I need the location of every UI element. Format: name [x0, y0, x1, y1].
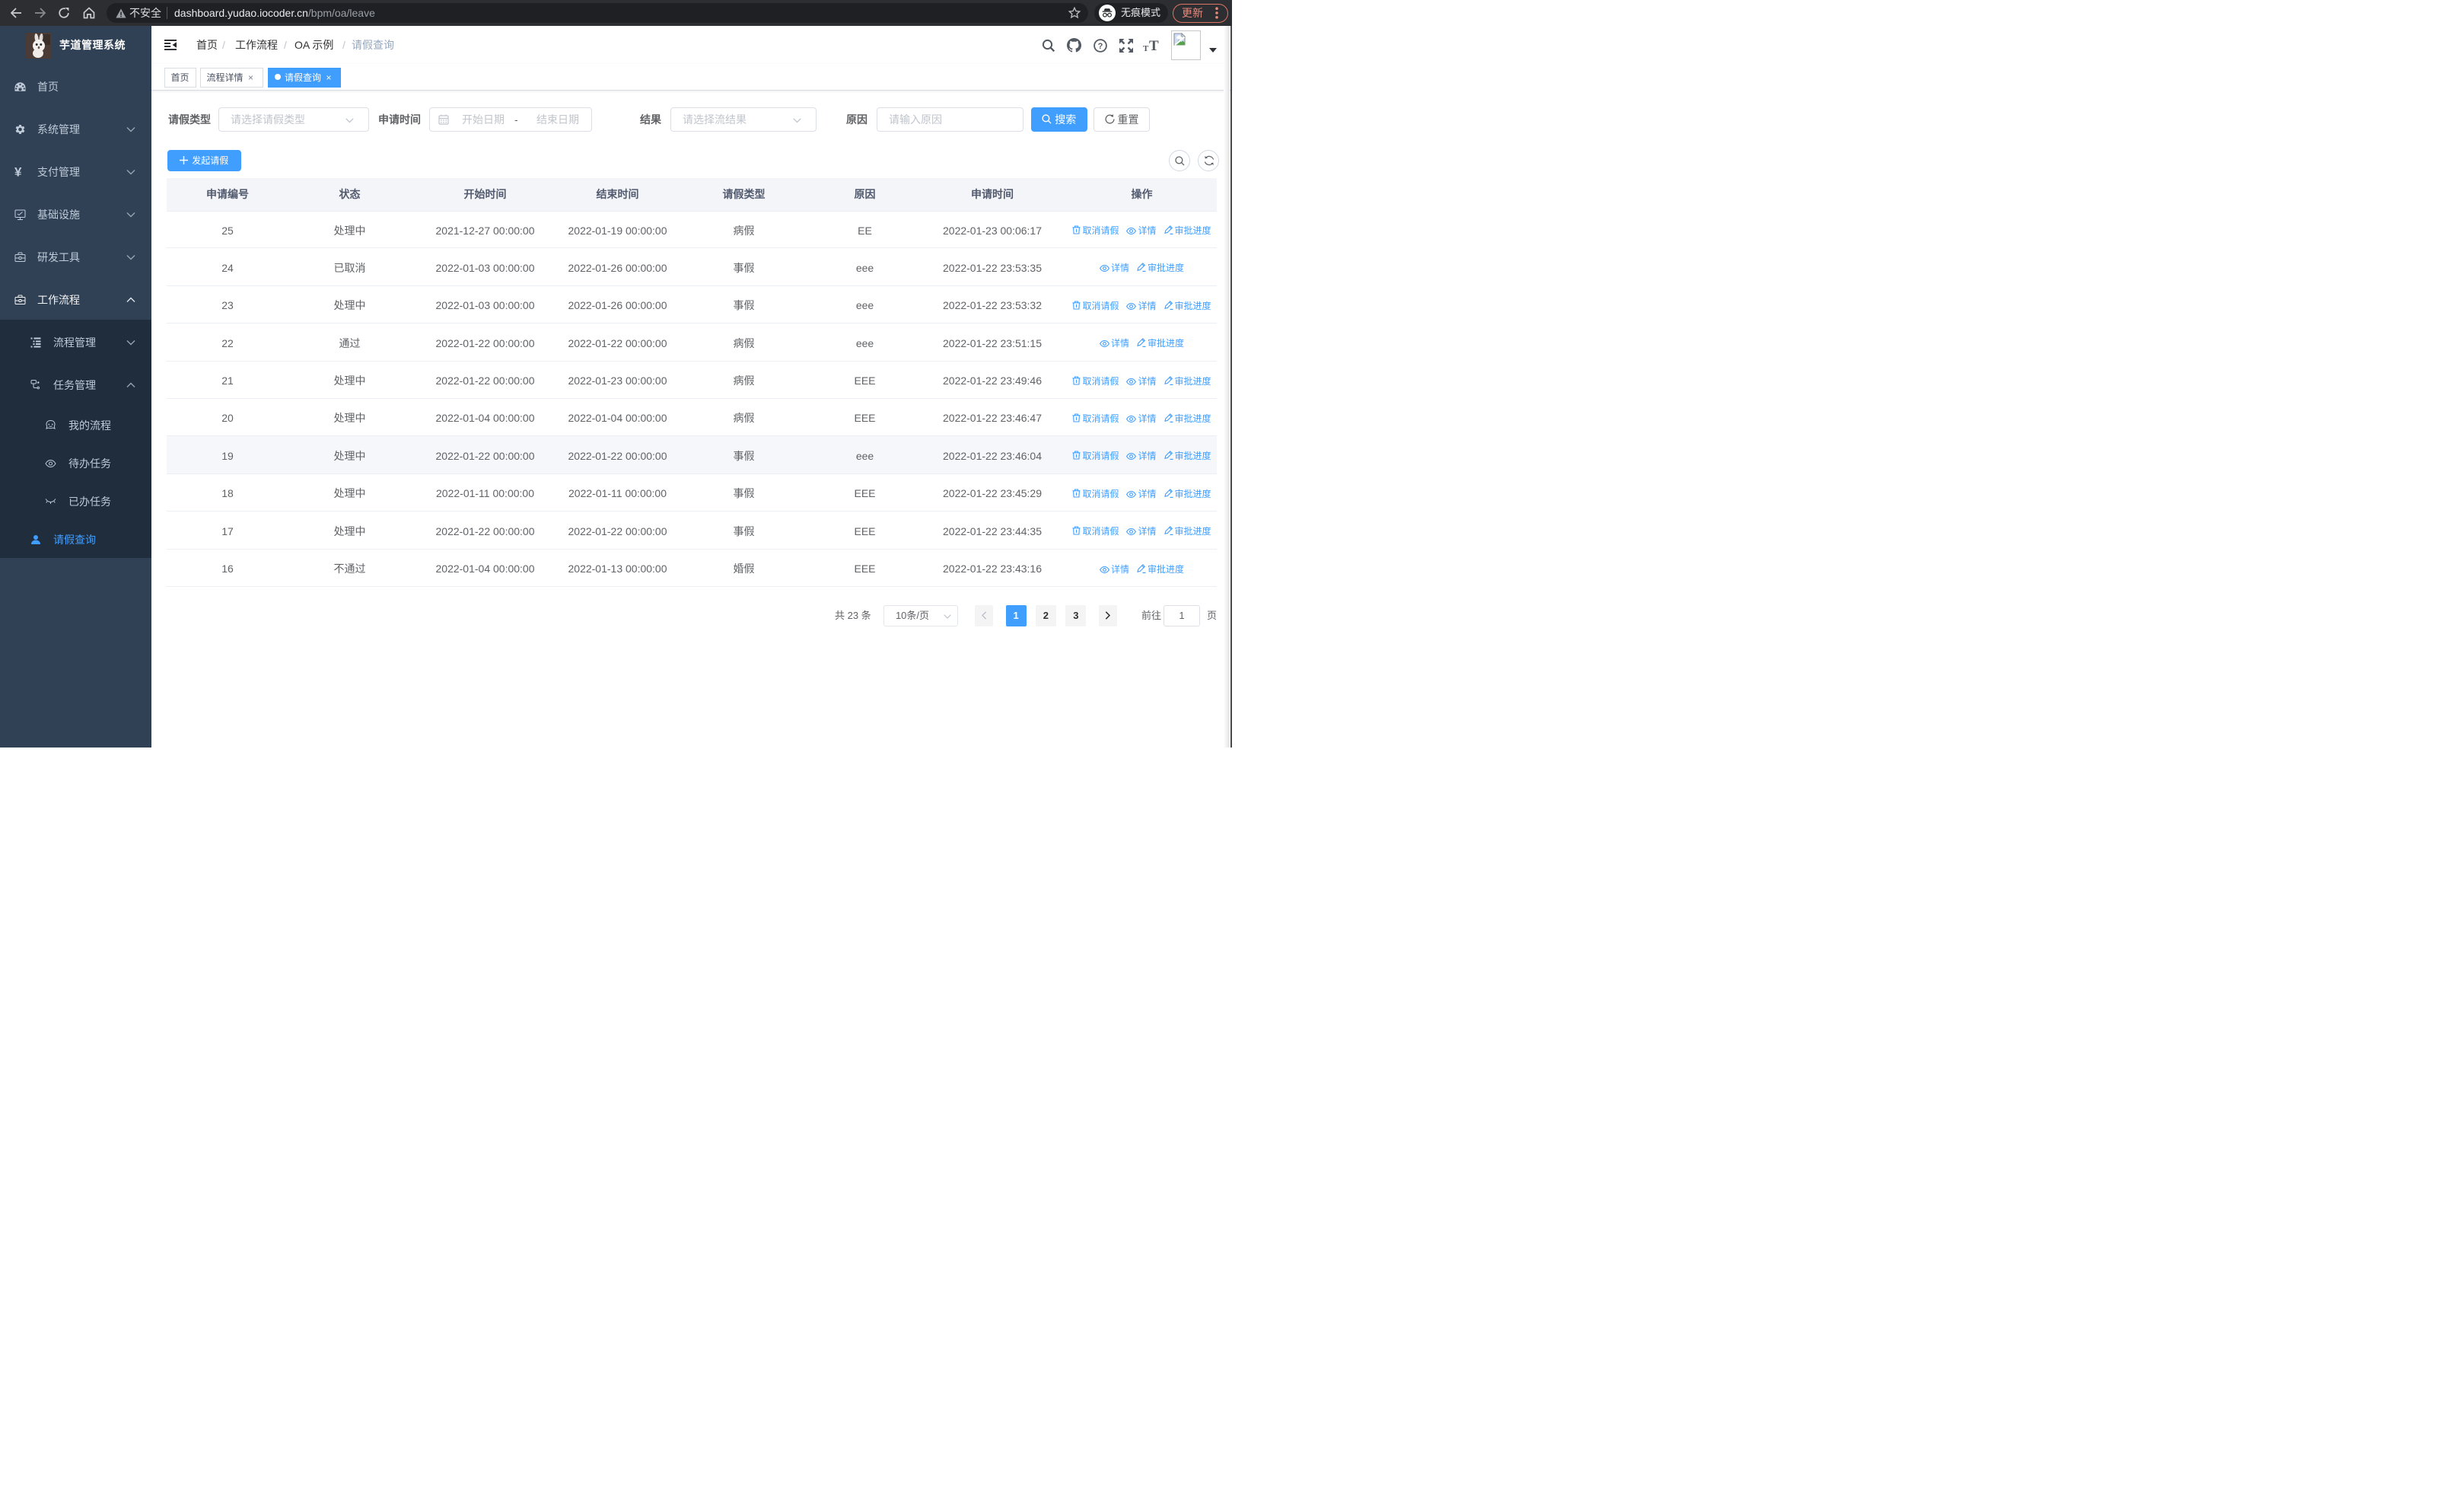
svg-text:?: ?	[1098, 42, 1103, 51]
